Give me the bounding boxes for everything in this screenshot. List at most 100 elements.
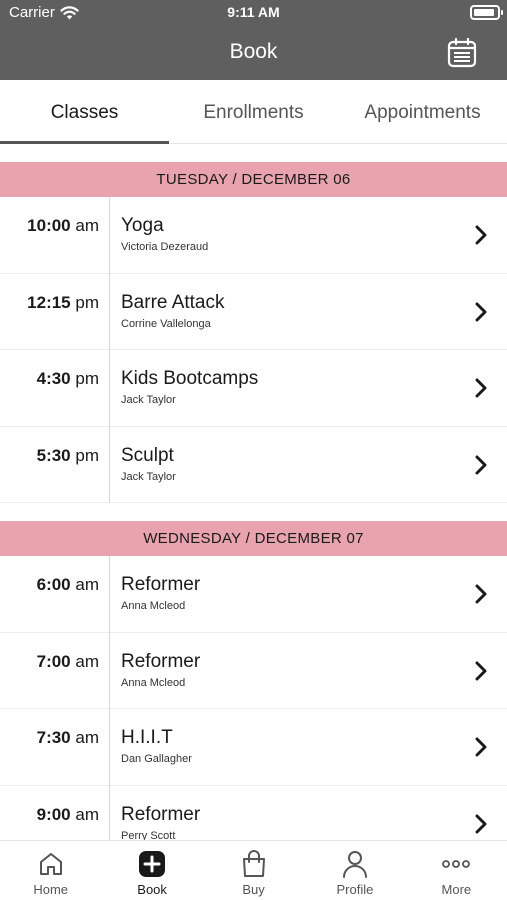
class-instructor: Anna Mcleod xyxy=(121,676,186,689)
class-time: 7:00 am xyxy=(0,652,99,672)
class-title: Reformer xyxy=(121,803,201,825)
class-time: 7:30 am xyxy=(0,728,99,748)
tabbar-label: Book xyxy=(137,882,167,897)
class-instructor: Corrine Vallelonga xyxy=(121,317,211,330)
chevron-right-icon xyxy=(475,737,487,757)
day-header: WEDNESDAY / DECEMBER 07 xyxy=(0,521,507,556)
class-time: 12:15 pm xyxy=(0,293,99,313)
app-header: Carrier 9:11 AM Book xyxy=(0,0,507,80)
class-time: 10:00 am xyxy=(0,216,99,236)
calendar-button[interactable] xyxy=(445,36,479,70)
tabbar-label: Buy xyxy=(242,882,265,897)
class-title: Kids Bootcamps xyxy=(121,368,259,389)
tab-appointments[interactable]: Appointments xyxy=(338,80,507,143)
chevron-right-icon xyxy=(475,455,487,474)
tab-classes[interactable]: Classes xyxy=(0,80,169,144)
battery-icon xyxy=(470,5,503,20)
person-icon xyxy=(341,850,369,878)
class-time-value: 4:30 xyxy=(36,369,71,388)
class-time-value: 12:15 xyxy=(27,292,71,312)
class-instructor: Dan Gallagher xyxy=(121,753,192,765)
row-divider xyxy=(109,426,110,503)
class-time-period: am xyxy=(75,804,99,824)
class-title: Reformer xyxy=(121,650,201,672)
tabbar-item-profile[interactable]: Profile xyxy=(304,841,405,900)
tab-enrollments[interactable]: Enrollments xyxy=(169,80,338,143)
class-time-period: am xyxy=(75,651,99,671)
page-title: Book xyxy=(229,40,278,63)
tab-label: Appointments xyxy=(364,102,481,123)
class-row[interactable]: 4:30 pm Kids Bootcamps Jack Taylor xyxy=(0,350,507,427)
class-instructor: Victoria Dezeraud xyxy=(121,241,209,253)
class-row[interactable]: 5:30 pm Sculpt Jack Taylor xyxy=(0,426,507,503)
class-instructor: Anna Mcleod xyxy=(121,600,186,612)
class-time: 6:00 am xyxy=(0,575,99,595)
class-time-value: 6:00 xyxy=(36,575,71,594)
status-bar: Carrier 9:11 AM xyxy=(0,0,507,26)
chevron-right-icon xyxy=(475,814,487,833)
row-divider xyxy=(109,273,110,350)
row-divider xyxy=(109,632,110,709)
class-time-period: am xyxy=(75,728,99,747)
booking-tabs: Classes Enrollments Appointments xyxy=(0,80,507,144)
chevron-right-icon xyxy=(475,584,487,604)
calendar-icon xyxy=(447,37,477,68)
class-title: Barre Attack xyxy=(121,291,225,313)
tabbar-item-more[interactable]: More xyxy=(406,841,507,900)
bottom-tab-bar: Home Book Buy Profile More xyxy=(0,840,507,900)
class-instructor: Jack Taylor xyxy=(121,394,176,406)
class-title: Reformer xyxy=(121,574,201,595)
class-time-value: 9:00 xyxy=(36,804,71,824)
class-time: 9:00 am xyxy=(0,805,99,825)
day-section: TUESDAY / DECEMBER 06 10:00 am Yoga Vict… xyxy=(0,162,507,503)
chevron-right-icon xyxy=(475,302,487,321)
status-time: 9:11 AM xyxy=(227,4,280,20)
battery-level xyxy=(474,9,494,16)
chevron-right-icon xyxy=(475,661,487,680)
row-divider xyxy=(109,350,110,427)
class-time-period: am xyxy=(75,216,99,235)
row-divider xyxy=(109,197,110,274)
tabbar-label: More xyxy=(441,882,472,897)
chevron-right-icon xyxy=(475,378,487,398)
tabbar-item-book[interactable]: Book xyxy=(101,841,202,900)
class-title: H.I.I.T xyxy=(121,727,173,748)
home-icon xyxy=(37,850,65,878)
class-time-value: 5:30 xyxy=(36,445,71,465)
class-time-period: pm xyxy=(75,369,99,388)
class-instructor: Jack Taylor xyxy=(121,470,176,483)
class-instructor: Perry Scott xyxy=(121,829,176,841)
class-row[interactable]: 7:00 am Reformer Anna Mcleod xyxy=(0,632,507,709)
class-time-value: 7:00 xyxy=(36,651,71,671)
more-dots-icon xyxy=(442,850,471,878)
row-divider xyxy=(109,785,110,840)
row-divider xyxy=(109,709,110,786)
tabbar-label: Profile xyxy=(336,882,374,897)
class-row[interactable]: 12:15 pm Barre Attack Corrine Vallelonga xyxy=(0,273,507,350)
tabbar-item-buy[interactable]: Buy xyxy=(203,841,304,900)
chevron-right-icon xyxy=(475,225,487,245)
class-time-period: am xyxy=(75,575,99,594)
tab-label: Enrollments xyxy=(203,102,304,123)
class-row[interactable]: 9:00 am Reformer Perry Scott xyxy=(0,785,507,841)
class-title: Yoga xyxy=(121,215,164,236)
class-time-value: 10:00 xyxy=(27,216,71,235)
tabbar-item-home[interactable]: Home xyxy=(0,841,101,900)
class-row[interactable]: 10:00 am Yoga Victoria Dezeraud xyxy=(0,197,507,274)
shopping-bag-icon xyxy=(240,850,268,878)
class-row[interactable]: 6:00 am Reformer Anna Mcleod xyxy=(0,556,507,633)
class-time-value: 7:30 xyxy=(36,728,71,747)
class-time: 5:30 pm xyxy=(0,446,99,466)
tabbar-label: Home xyxy=(33,882,69,897)
day-header: TUESDAY / DECEMBER 06 xyxy=(0,162,507,197)
class-schedule-list[interactable]: TUESDAY / DECEMBER 06 10:00 am Yoga Vict… xyxy=(0,144,507,840)
class-row[interactable]: 7:30 am H.I.I.T Dan Gallagher xyxy=(0,709,507,786)
tab-label: Classes xyxy=(50,102,119,123)
day-section: WEDNESDAY / DECEMBER 07 6:00 am Reformer… xyxy=(0,521,507,840)
class-title: Sculpt xyxy=(121,444,174,466)
plus-square-icon xyxy=(138,850,166,878)
class-time-period: pm xyxy=(75,445,99,465)
row-divider xyxy=(109,556,110,633)
class-time: 4:30 pm xyxy=(0,369,99,389)
class-time-period: pm xyxy=(75,292,99,312)
